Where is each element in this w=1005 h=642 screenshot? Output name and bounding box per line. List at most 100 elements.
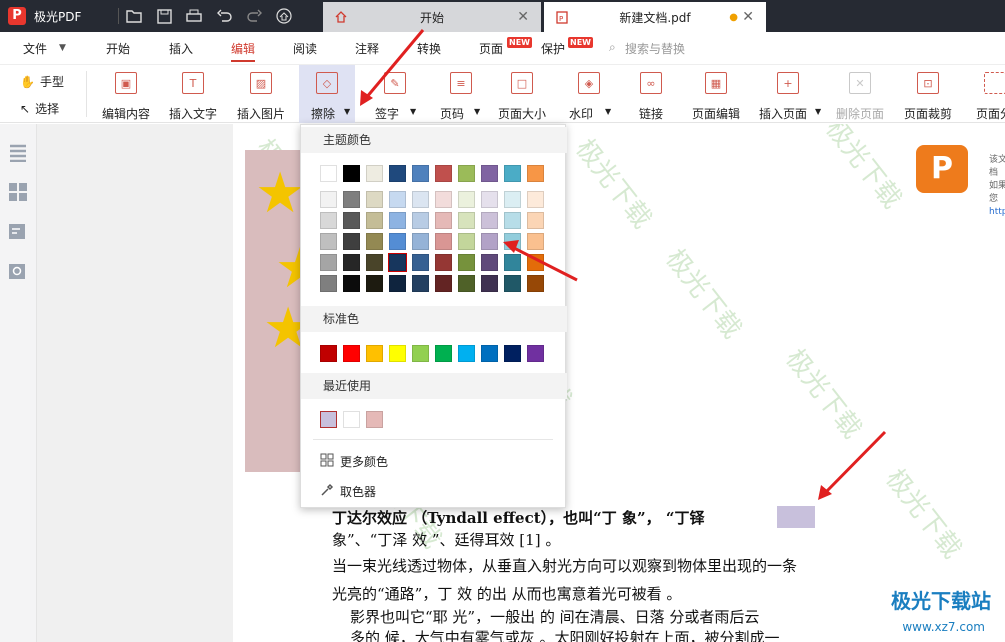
watermark-button[interactable]: ◈ 水印 ▼: [565, 65, 613, 123]
theme-color-swatch[interactable]: [366, 254, 383, 271]
select-tool[interactable]: ↖ 选择: [20, 100, 59, 117]
close-icon[interactable]: ✕: [742, 9, 754, 25]
theme-color-swatch[interactable]: [458, 191, 475, 208]
theme-color-swatch[interactable]: [527, 212, 544, 229]
theme-color-swatch[interactable]: [481, 191, 498, 208]
standard-color-swatch[interactable]: [458, 345, 475, 362]
insert-text-button[interactable]: T 插入文字: [165, 65, 221, 123]
theme-color-swatch[interactable]: [435, 212, 452, 229]
theme-color-swatch[interactable]: [527, 165, 544, 182]
theme-color-swatch[interactable]: [527, 233, 544, 250]
theme-color-swatch[interactable]: [389, 165, 406, 182]
menu-edit[interactable]: 编辑: [231, 40, 256, 62]
theme-color-swatch[interactable]: [481, 275, 498, 292]
highlight-rectangle[interactable]: [777, 506, 815, 528]
theme-color-swatch[interactable]: [458, 275, 475, 292]
theme-color-swatch[interactable]: [412, 233, 429, 250]
chevron-down-icon[interactable]: ▼: [344, 107, 350, 116]
link-button[interactable]: ∞ 链接: [628, 65, 674, 123]
close-icon[interactable]: ✕: [517, 9, 529, 25]
theme-color-swatch[interactable]: [458, 233, 475, 250]
page-size-button[interactable]: □ 页面大小: [494, 65, 550, 123]
chevron-down-icon[interactable]: ▼: [474, 107, 480, 116]
theme-color-swatch[interactable]: [366, 233, 383, 250]
theme-color-swatch[interactable]: [366, 275, 383, 292]
theme-color-swatch[interactable]: [320, 233, 337, 250]
annotation-list-icon[interactable]: [8, 222, 28, 242]
theme-color-swatch[interactable]: [412, 191, 429, 208]
theme-color-swatch[interactable]: [320, 212, 337, 229]
insert-image-button[interactable]: ▨ 插入图片: [233, 65, 289, 123]
theme-color-swatch[interactable]: [389, 233, 406, 250]
theme-color-swatch[interactable]: [388, 253, 407, 272]
theme-color-swatch[interactable]: [412, 254, 429, 271]
recent-color-swatch[interactable]: [343, 411, 360, 428]
undo-icon[interactable]: [215, 7, 233, 25]
theme-color-swatch[interactable]: [343, 233, 360, 250]
theme-color-swatch[interactable]: [366, 212, 383, 229]
theme-color-swatch[interactable]: [458, 165, 475, 182]
theme-color-swatch[interactable]: [389, 275, 406, 292]
theme-color-swatch[interactable]: [412, 212, 429, 229]
theme-color-swatch[interactable]: [481, 254, 498, 271]
standard-color-swatch[interactable]: [527, 345, 544, 362]
insert-page-button[interactable]: + 插入页面 ▼: [757, 65, 821, 123]
open-folder-icon[interactable]: [125, 7, 143, 25]
standard-color-swatch[interactable]: [389, 345, 406, 362]
theme-color-swatch[interactable]: [343, 275, 360, 292]
tab-start[interactable]: 开始 ✕: [323, 2, 541, 32]
chevron-down-icon[interactable]: ▼: [59, 43, 66, 53]
theme-color-swatch[interactable]: [343, 165, 360, 182]
theme-color-swatch[interactable]: [504, 275, 521, 292]
chevron-down-icon[interactable]: ▼: [605, 107, 611, 116]
theme-color-swatch[interactable]: [481, 233, 498, 250]
theme-color-swatch[interactable]: [435, 191, 452, 208]
print-icon[interactable]: [185, 7, 203, 25]
theme-color-swatch[interactable]: [458, 212, 475, 229]
theme-color-swatch[interactable]: [527, 275, 544, 292]
menu-file[interactable]: 文件: [23, 40, 47, 57]
standard-color-swatch[interactable]: [366, 345, 383, 362]
theme-color-swatch[interactable]: [504, 233, 521, 250]
standard-color-swatch[interactable]: [481, 345, 498, 362]
theme-color-swatch[interactable]: [504, 165, 521, 182]
standard-color-swatch[interactable]: [343, 345, 360, 362]
page-number-button[interactable]: ≡ 页码 ▼: [438, 65, 484, 123]
theme-color-swatch[interactable]: [504, 254, 521, 271]
standard-color-swatch[interactable]: [435, 345, 452, 362]
theme-color-swatch[interactable]: [504, 191, 521, 208]
sign-button[interactable]: ✎ 签字 ▼: [370, 65, 420, 123]
theme-color-swatch[interactable]: [343, 212, 360, 229]
search-icon[interactable]: ⌕: [609, 40, 616, 55]
theme-color-swatch[interactable]: [412, 275, 429, 292]
menu-page[interactable]: 页面: [479, 40, 503, 57]
recent-color-swatch[interactable]: [320, 411, 337, 428]
search-input[interactable]: 搜索与替换: [625, 40, 685, 57]
tab-document[interactable]: P 新建文档.pdf ● ✕: [544, 2, 766, 32]
theme-color-swatch[interactable]: [435, 254, 452, 271]
erase-button[interactable]: ◇ 擦除 ▼: [299, 65, 355, 123]
theme-color-swatch[interactable]: [527, 254, 544, 271]
edit-content-button[interactable]: ▣ 编辑内容: [98, 65, 154, 123]
theme-color-swatch[interactable]: [481, 165, 498, 182]
menu-annotate[interactable]: 注释: [355, 40, 379, 57]
theme-color-swatch[interactable]: [458, 254, 475, 271]
theme-color-swatch[interactable]: [481, 212, 498, 229]
search-panel-icon[interactable]: [8, 262, 28, 282]
chevron-down-icon[interactable]: ▼: [815, 107, 821, 116]
more-colors-item[interactable]: 更多颜色: [320, 453, 388, 470]
menu-convert[interactable]: 转换: [417, 40, 441, 57]
theme-color-swatch[interactable]: [343, 191, 360, 208]
theme-color-swatch[interactable]: [343, 254, 360, 271]
theme-color-swatch[interactable]: [320, 254, 337, 271]
outline-icon[interactable]: [8, 142, 28, 163]
theme-color-swatch[interactable]: [389, 212, 406, 229]
standard-color-swatch[interactable]: [504, 345, 521, 362]
color-picker-item[interactable]: 取色器: [320, 483, 376, 500]
hand-tool[interactable]: ✋ 手型: [20, 73, 64, 90]
theme-color-swatch[interactable]: [527, 191, 544, 208]
chevron-down-icon[interactable]: ▼: [410, 107, 416, 116]
page-crop-button[interactable]: ⊡ 页面裁剪: [900, 65, 956, 123]
theme-color-swatch[interactable]: [320, 275, 337, 292]
note-link[interactable]: http:/: [989, 206, 1005, 219]
